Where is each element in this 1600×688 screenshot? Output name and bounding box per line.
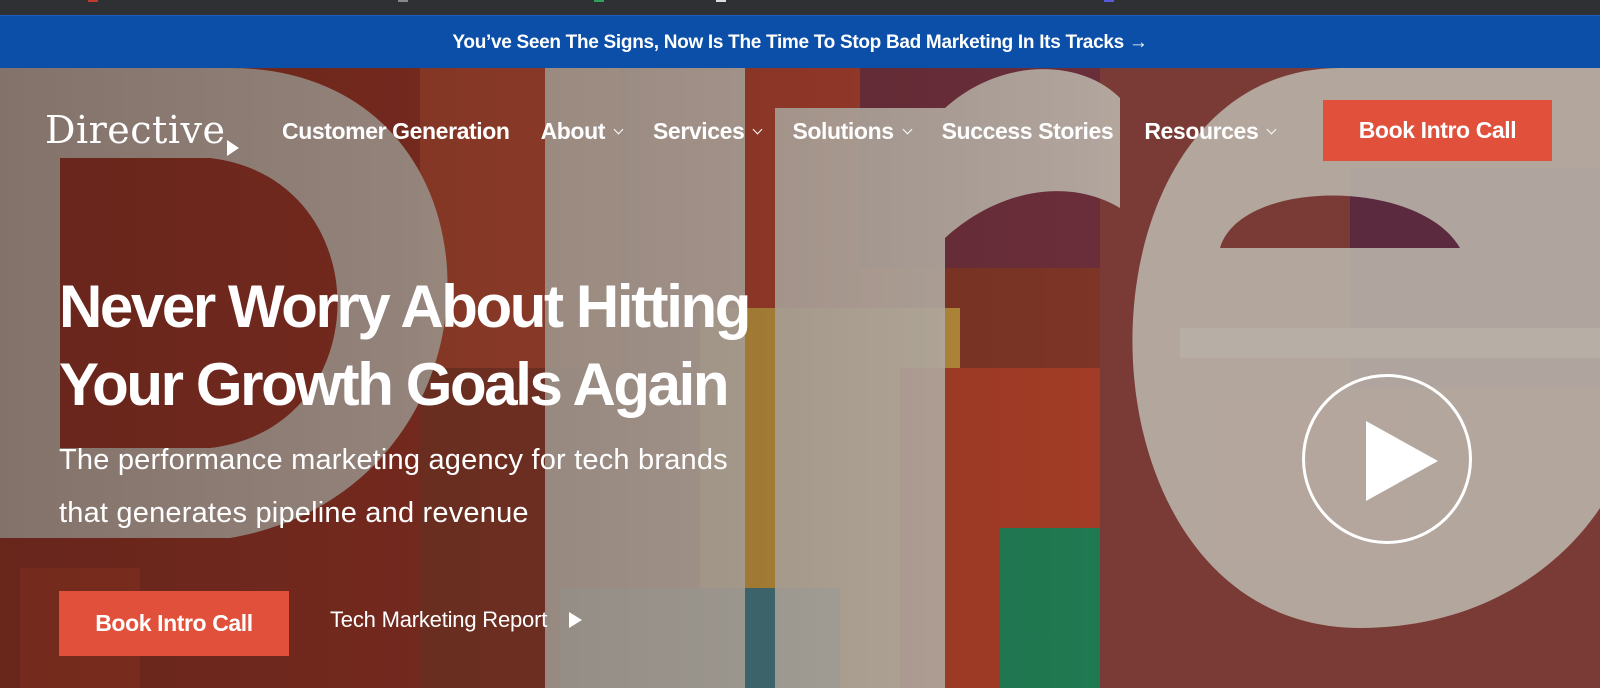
video-play-button[interactable]	[1302, 374, 1472, 544]
nav-label[interactable]: Customer Generation	[282, 118, 510, 145]
tech-marketing-report-link[interactable]: Tech Marketing Report	[330, 607, 583, 633]
hero-section: Directive Customer Generation About Serv…	[0, 68, 1600, 688]
nav-label[interactable]: Solutions	[792, 118, 894, 145]
play-icon[interactable]	[1366, 421, 1438, 501]
book-intro-call-button[interactable]: Book Intro Call	[59, 591, 289, 656]
main-nav: Customer Generation About Services Solut…	[282, 118, 1306, 145]
announcement-text[interactable]: You’ve Seen The Signs, Now Is The Time T…	[452, 32, 1147, 54]
chevron-down-icon[interactable]	[752, 124, 763, 135]
hero-headline: Never Worry About Hitting Your Growth Go…	[59, 273, 751, 418]
nav-item-solutions[interactable]: Solutions	[792, 118, 913, 145]
chevron-down-icon[interactable]	[613, 124, 624, 135]
browser-top-strip	[0, 0, 1600, 15]
tab-favicon	[716, 0, 726, 2]
nav-item-customer-generation[interactable]: Customer Generation	[282, 118, 510, 145]
nav-label[interactable]: Services	[653, 118, 745, 145]
report-link-label[interactable]: Tech Marketing Report	[330, 607, 547, 633]
tab-favicon	[398, 0, 408, 2]
chevron-down-icon[interactable]	[902, 124, 913, 135]
nav-item-success-stories[interactable]: Success Stories	[942, 118, 1114, 145]
chevron-down-icon[interactable]	[1266, 124, 1277, 135]
nav-label[interactable]: About	[541, 118, 606, 145]
tab-favicon	[88, 0, 98, 2]
nav-label[interactable]: Success Stories	[942, 118, 1114, 145]
announcement-bar[interactable]: You’ve Seen The Signs, Now Is The Time T…	[0, 15, 1600, 69]
arrow-right-icon	[227, 140, 240, 156]
tab-favicon	[1104, 0, 1114, 2]
book-intro-call-nav-button[interactable]: Book Intro Call	[1323, 100, 1552, 161]
logo-text[interactable]: Directive	[45, 108, 225, 152]
nav-item-about[interactable]: About	[541, 118, 624, 145]
play-triangle-icon[interactable]	[569, 612, 583, 628]
nav-item-resources[interactable]: Resources	[1144, 118, 1277, 145]
directive-logo[interactable]: Directive	[45, 108, 240, 156]
hero-subheadline: The performance marketing agency for tec…	[59, 444, 728, 529]
tab-favicon	[594, 0, 604, 2]
nav-item-services[interactable]: Services	[653, 118, 763, 145]
nav-label[interactable]: Resources	[1144, 118, 1258, 145]
